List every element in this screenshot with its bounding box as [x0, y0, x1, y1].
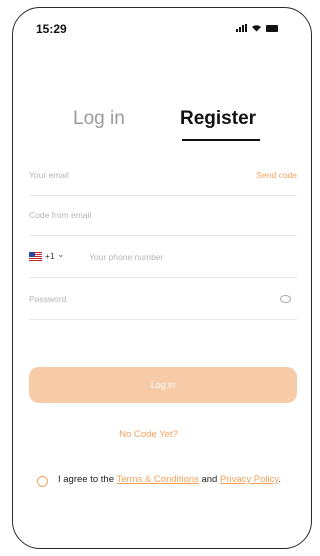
tab-login[interactable]: Log in [73, 108, 125, 130]
phone-placeholder: Your phone number [89, 252, 164, 262]
tab-register[interactable]: Register [180, 108, 256, 130]
phone-field[interactable]: +1 ⌄ Your phone number [29, 239, 297, 278]
country-code[interactable]: +1 [45, 251, 55, 261]
active-tab-indicator [182, 139, 260, 141]
agreement-suffix: . [278, 474, 282, 485]
terms-link[interactable]: Terms & Conditions [116, 474, 198, 485]
code-field[interactable]: Code from email [29, 197, 297, 236]
email-field[interactable]: Your email Send code [29, 157, 297, 196]
us-flag-icon[interactable] [29, 252, 42, 261]
phone-frame [12, 7, 312, 549]
agree-checkbox[interactable] [37, 476, 48, 487]
status-time: 15:29 [36, 22, 67, 36]
wifi-icon [252, 25, 261, 32]
send-code-button[interactable]: Send code [256, 170, 297, 180]
agreement-text: I agree to the Terms & Conditions and Pr… [58, 474, 294, 486]
password-placeholder: Password [29, 294, 67, 304]
signal-icon [236, 24, 247, 32]
no-code-link[interactable]: No Code Yet? [0, 429, 297, 440]
password-field[interactable]: Password [29, 281, 297, 320]
privacy-link[interactable]: Privacy Policy [220, 474, 278, 485]
code-placeholder: Code from email [29, 210, 92, 220]
status-icons [236, 24, 278, 32]
login-button[interactable]: Log in [29, 367, 297, 403]
email-placeholder: Your email [29, 170, 69, 180]
eye-icon[interactable] [280, 295, 291, 303]
chevron-down-icon[interactable]: ⌄ [57, 249, 65, 260]
battery-icon [266, 24, 278, 32]
agreement-middle: and [198, 474, 220, 485]
agreement-prefix: I agree to the [58, 474, 117, 485]
